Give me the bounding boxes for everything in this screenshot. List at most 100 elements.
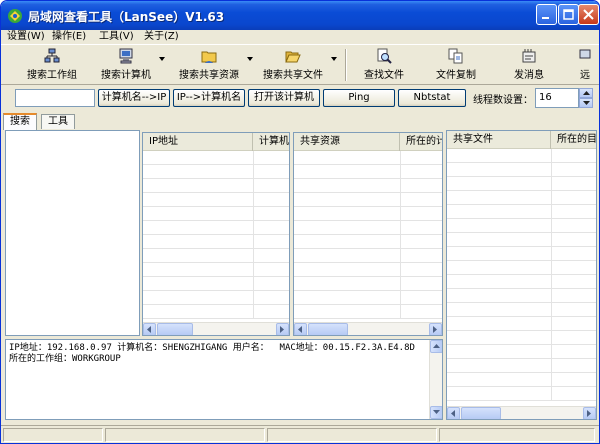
find-file-label: 查找文件 bbox=[364, 70, 404, 81]
scroll-down-button[interactable] bbox=[430, 406, 442, 419]
open-computer-button[interactable]: 打开该计算机 bbox=[248, 89, 320, 107]
search-shared-resources-button[interactable]: 搜索共享资源 bbox=[175, 47, 253, 83]
table-row bbox=[143, 263, 289, 277]
table-row bbox=[294, 277, 442, 291]
spin-down-button[interactable] bbox=[579, 98, 593, 108]
computer-info-panel[interactable]: IP地址：192.168.0.97 计算机名：SHENGZHIGANG 用户名：… bbox=[5, 339, 443, 420]
table-row bbox=[294, 291, 442, 305]
minimize-icon bbox=[542, 17, 549, 19]
tab-search[interactable]: 搜索 bbox=[3, 113, 37, 130]
horizontal-scrollbar[interactable] bbox=[143, 322, 289, 335]
nbtstat-button[interactable]: Nbtstat bbox=[398, 89, 466, 107]
title-bar[interactable]: 局域网查看工具（LanSee）V1.63 bbox=[1, 1, 599, 30]
app-window: 局域网查看工具（LanSee）V1.63 设置(W) 操作(E) 工具(V) 关… bbox=[0, 0, 600, 444]
remote-button[interactable]: 远 bbox=[575, 47, 595, 83]
ping-button[interactable]: Ping bbox=[323, 89, 395, 107]
table-row bbox=[294, 193, 442, 207]
arrow-left-icon bbox=[451, 410, 455, 417]
info-line-workgroup: 所在的工作组：WORKGROUP bbox=[9, 354, 121, 364]
toolbar-separator bbox=[345, 49, 347, 81]
files-grid[interactable]: 共享文件 所在的目 bbox=[446, 130, 597, 420]
arrow-up-icon bbox=[433, 344, 440, 348]
computers-grid[interactable]: IP地址 计算机名 bbox=[142, 132, 290, 336]
menu-bar: 设置(W) 操作(E) 工具(V) 关于(Z) bbox=[1, 30, 599, 44]
column-ip-address[interactable]: IP地址 bbox=[143, 133, 253, 151]
action-row: 计算机名-->IP IP-->计算机名 打开该计算机 Ping Nbtstat … bbox=[1, 85, 599, 111]
table-row bbox=[294, 151, 442, 165]
table-row bbox=[294, 207, 442, 221]
table-row bbox=[294, 235, 442, 249]
column-owner-computer[interactable]: 所在的计 bbox=[400, 133, 442, 151]
menu-about[interactable]: 关于(Z) bbox=[144, 30, 179, 44]
file-copy-icon bbox=[448, 48, 463, 64]
status-cell-3 bbox=[267, 428, 437, 442]
scroll-left-button[interactable] bbox=[294, 323, 307, 335]
toolbar: 搜索工作组 搜索计算机 搜索共享资源 搜索共享文件 查找文件 文件复制 发消息 … bbox=[1, 44, 599, 85]
close-button[interactable] bbox=[578, 4, 599, 25]
arrow-right-icon bbox=[433, 326, 437, 333]
scroll-thumb[interactable] bbox=[308, 323, 348, 335]
table-row bbox=[447, 191, 596, 205]
menu-settings[interactable]: 设置(W) bbox=[7, 30, 45, 44]
scroll-right-button[interactable] bbox=[429, 323, 442, 335]
column-directory[interactable]: 所在的目 bbox=[551, 131, 596, 149]
info-line-address: IP地址：192.168.0.97 计算机名：SHENGZHIGANG 用户名：… bbox=[9, 343, 415, 353]
send-message-button[interactable]: 发消息 bbox=[507, 47, 551, 83]
table-row bbox=[447, 261, 596, 275]
scroll-up-button[interactable] bbox=[430, 340, 442, 353]
file-copy-button[interactable]: 文件复制 bbox=[431, 47, 481, 83]
search-workgroup-label: 搜索工作组 bbox=[27, 70, 77, 81]
menu-operations[interactable]: 操作(E) bbox=[52, 30, 86, 44]
scroll-thumb[interactable] bbox=[157, 323, 193, 335]
send-message-icon bbox=[522, 49, 536, 63]
table-row bbox=[294, 305, 442, 319]
grid-header: IP地址 计算机名 bbox=[143, 133, 289, 151]
computer-info-text: IP地址：192.168.0.97 计算机名：SHENGZHIGANG 用户名：… bbox=[9, 343, 415, 365]
table-row bbox=[143, 221, 289, 235]
vertical-scrollbar[interactable] bbox=[429, 340, 442, 419]
ip-to-name-button[interactable]: IP-->计算机名 bbox=[173, 89, 245, 107]
scroll-right-button[interactable] bbox=[583, 407, 596, 419]
find-file-button[interactable]: 查找文件 bbox=[359, 47, 409, 83]
workgroup-network-icon bbox=[44, 48, 60, 63]
status-cell-4 bbox=[439, 428, 595, 442]
shares-grid[interactable]: 共享资源 所在的计 bbox=[293, 132, 443, 336]
threads-input[interactable]: 16 bbox=[535, 88, 579, 108]
maximize-button[interactable] bbox=[558, 4, 579, 25]
search-shared-files-button[interactable]: 搜索共享文件 bbox=[259, 47, 337, 83]
search-workgroup-button[interactable]: 搜索工作组 bbox=[23, 47, 81, 83]
chevron-down-icon[interactable] bbox=[331, 57, 337, 61]
tab-strip: 搜索 工具 bbox=[1, 113, 599, 130]
ip-input[interactable] bbox=[15, 89, 95, 107]
spin-up-button[interactable] bbox=[579, 88, 593, 98]
menu-tools[interactable]: 工具(V) bbox=[99, 30, 134, 44]
chevron-down-icon[interactable] bbox=[159, 57, 165, 61]
arrow-right-icon bbox=[587, 410, 591, 417]
grid-rows bbox=[447, 149, 596, 401]
scroll-left-button[interactable] bbox=[143, 323, 156, 335]
table-row bbox=[143, 179, 289, 193]
tab-tools[interactable]: 工具 bbox=[41, 114, 75, 129]
minimize-button[interactable] bbox=[536, 4, 557, 25]
maximize-icon bbox=[563, 9, 574, 20]
chevron-down-icon[interactable] bbox=[247, 57, 253, 61]
search-shared-resources-label: 搜索共享资源 bbox=[179, 70, 239, 81]
horizontal-scrollbar[interactable] bbox=[447, 406, 596, 419]
horizontal-scrollbar[interactable] bbox=[294, 322, 442, 335]
column-computer-name[interactable]: 计算机名 bbox=[253, 133, 289, 151]
column-shared-resource[interactable]: 共享资源 bbox=[294, 133, 400, 151]
arrow-down-icon bbox=[433, 410, 440, 414]
scroll-left-button[interactable] bbox=[447, 407, 460, 419]
table-row bbox=[447, 163, 596, 177]
app-network-icon bbox=[8, 9, 22, 23]
computer-icon bbox=[119, 48, 133, 64]
search-computer-button[interactable]: 搜索计算机 bbox=[97, 47, 165, 83]
name-to-ip-button[interactable]: 计算机名-->IP bbox=[98, 89, 170, 107]
grid-rows bbox=[294, 151, 442, 319]
workgroup-tree[interactable] bbox=[5, 130, 140, 336]
table-row bbox=[447, 303, 596, 317]
scroll-right-button[interactable] bbox=[276, 323, 289, 335]
scroll-thumb[interactable] bbox=[461, 407, 501, 419]
table-row bbox=[143, 207, 289, 221]
column-shared-file[interactable]: 共享文件 bbox=[447, 131, 551, 149]
